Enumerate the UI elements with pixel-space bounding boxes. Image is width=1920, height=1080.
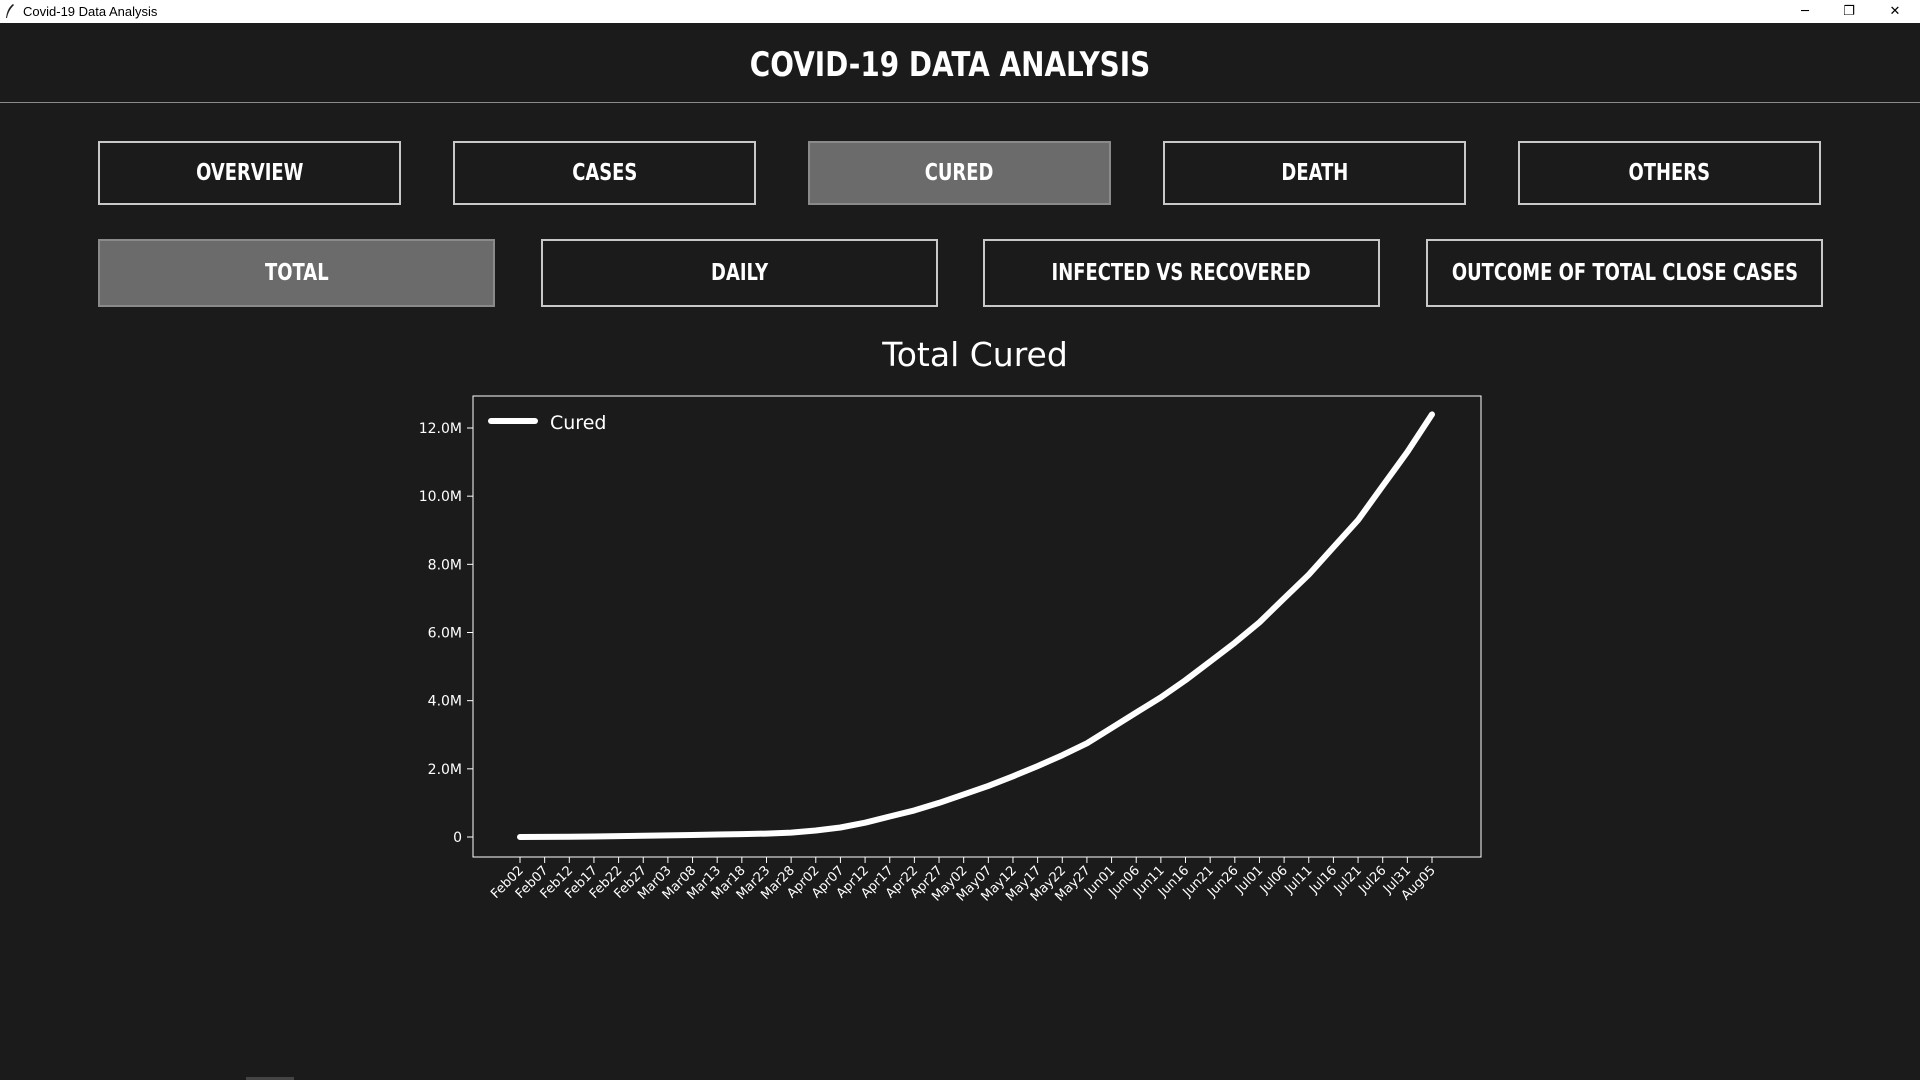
x-tick-label: Jul21 xyxy=(1331,863,1365,897)
x-tick-label: Jul11 xyxy=(1281,863,1315,897)
x-tick-label: Jul01 xyxy=(1232,863,1266,897)
x-tick-label: Jul26 xyxy=(1355,863,1389,897)
y-tick-label: 2.0M xyxy=(428,762,462,778)
y-tick-label: 6.0M xyxy=(428,626,462,642)
y-tick-label: 0 xyxy=(453,830,462,846)
cured-chart: 02.0M4.0M6.0M8.0M10.0M12.0MFeb02Feb07Feb… xyxy=(419,395,1482,905)
y-tick-label: 12.0M xyxy=(419,421,462,437)
y-tick-label: 8.0M xyxy=(428,557,462,573)
y-tick-label: 4.0M xyxy=(428,694,462,710)
x-tick-label: Jul16 xyxy=(1306,863,1340,897)
x-tick-label: Jul06 xyxy=(1257,863,1291,897)
y-tick-label: 10.0M xyxy=(419,489,462,505)
legend-label-cured: Cured xyxy=(550,412,606,434)
